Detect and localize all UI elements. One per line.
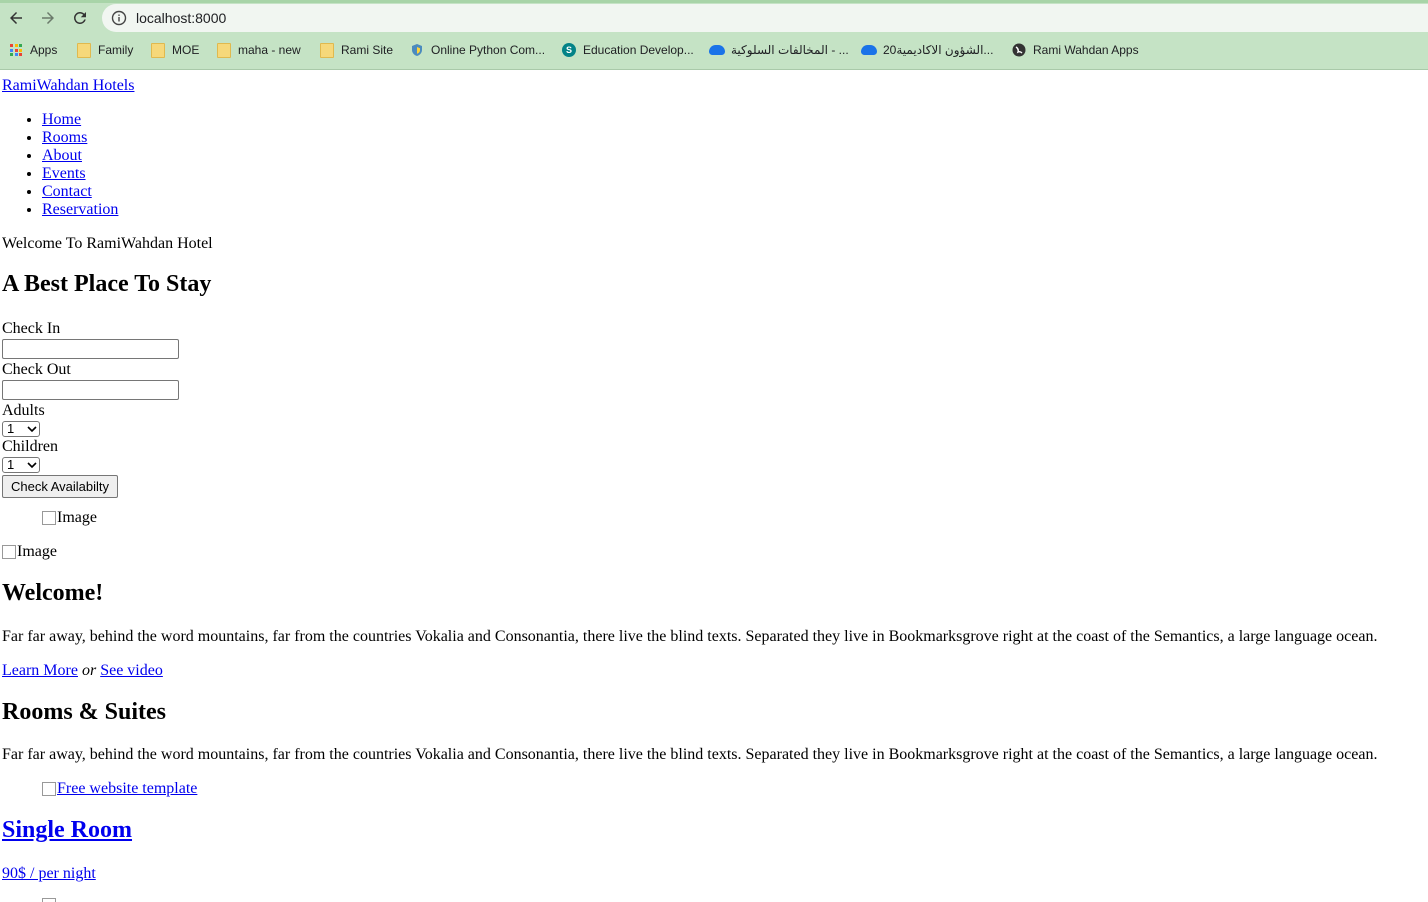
info-icon[interactable] [111, 10, 127, 26]
nav-link-events[interactable]: Events [42, 165, 86, 182]
arrow-right-icon [42, 12, 54, 24]
nav-link-about[interactable]: About [42, 147, 82, 164]
adults-label: Adults [2, 402, 45, 419]
hero-title: A Best Place To Stay [2, 271, 212, 297]
learn-more-link[interactable]: Learn More [2, 662, 78, 679]
bookmark-rami-site[interactable]: Rami Site [319, 41, 393, 59]
globe-icon [1011, 42, 1027, 58]
nav-item-home: Home [42, 111, 118, 129]
back-button[interactable] [4, 6, 28, 30]
page-content: RamiWahdan Hotels Home Rooms About Event… [0, 69, 1428, 902]
adults-select[interactable]: 1 [2, 421, 40, 437]
bookmark-apps[interactable]: Apps [8, 41, 57, 59]
folder-icon [319, 42, 335, 58]
bookmark-label: Online Python Com... [431, 43, 546, 57]
bookmark-academic-affairs[interactable]: الشؤون الاكاديمية20... [861, 41, 993, 59]
folder-icon [76, 42, 92, 58]
brand-link[interactable]: RamiWahdan Hotels [2, 77, 134, 95]
image-alt-text: Image [57, 509, 97, 526]
welcome-title: Welcome! [2, 580, 104, 606]
broken-image-icon [42, 782, 56, 796]
check-availability-button[interactable]: Check Availabilty [2, 475, 119, 498]
bookmark-label: المخالفات السلوكية - ... [731, 43, 849, 57]
forward-button[interactable] [36, 6, 60, 30]
bookmark-maha-new[interactable]: maha - new [216, 41, 301, 59]
main-nav: Home Rooms About Events Contact Reservat… [0, 111, 118, 219]
onedrive-icon [709, 42, 725, 58]
bookmark-rami-wahdan-apps[interactable]: Rami Wahdan Apps [1011, 41, 1139, 59]
check-out-label: Check Out [2, 361, 71, 378]
chevron-down-icon [27, 426, 37, 433]
bookmark-label: MOE [172, 43, 200, 57]
folder-icon [150, 42, 166, 58]
welcome-text: Far far away, behind the word mountains,… [2, 628, 1378, 645]
image-alt-text: Image [17, 543, 57, 560]
children-label: Children [2, 438, 58, 455]
room-price-link[interactable]: 90$ / per night [2, 865, 96, 883]
arrow-left-icon [10, 12, 22, 24]
room-image-link[interactable]: Free website template [42, 780, 197, 798]
bookmark-family[interactable]: Family [76, 41, 133, 59]
children-select-value: 1 [7, 457, 15, 472]
nav-link-home[interactable]: Home [42, 111, 81, 128]
bookmark-label: Family [98, 43, 134, 57]
browser-chrome: localhost:8000 Apps Family MOE maha - ne… [0, 0, 1428, 70]
availability-form: Check In Check Out Adults 1 Children 1 C… [2, 320, 179, 498]
bookmark-moe[interactable]: MOE [150, 41, 199, 59]
check-in-label: Check In [2, 320, 61, 337]
broken-image-icon [42, 511, 56, 525]
room-image-alt-text: Free website template [57, 780, 198, 797]
bookmark-education-develop[interactable]: S Education Develop... [561, 41, 694, 59]
chevron-down-icon [27, 462, 37, 469]
reload-button[interactable] [68, 6, 92, 30]
folder-icon [216, 42, 232, 58]
adults-select-value: 1 [7, 421, 15, 436]
bookmark-label: Apps [30, 43, 58, 57]
broken-image-icon [42, 898, 56, 902]
nav-link-reservation[interactable]: Reservation [42, 201, 118, 218]
welcome-actions: Learn More or See video [2, 662, 163, 680]
bookmark-label: Rami Wahdan Apps [1033, 43, 1139, 57]
welcome-line: Welcome To RamiWahdan Hotel [2, 235, 213, 252]
url-text: localhost:8000 [136, 10, 227, 26]
broken-image-icon [2, 545, 16, 559]
apps-grid-icon [8, 42, 24, 58]
rooms-text: Far far away, behind the word mountains,… [2, 746, 1378, 763]
sharepoint-icon: S [561, 42, 577, 58]
bookmark-label: Education Develop... [583, 43, 694, 57]
or-text: or [81, 662, 97, 679]
bookmark-label: Rami Site [341, 43, 394, 57]
bookmarks-bar: Apps Family MOE maha - new Rami Site Onl… [0, 38, 1428, 62]
bookmark-online-python[interactable]: Online Python Com... [409, 41, 545, 59]
nav-item-contact: Contact [42, 183, 118, 201]
nav-link-rooms[interactable]: Rooms [42, 129, 87, 146]
nav-link-contact[interactable]: Contact [42, 183, 92, 200]
nav-item-about: About [42, 147, 118, 165]
check-out-input[interactable] [2, 380, 179, 400]
nav-item-rooms: Rooms [42, 129, 118, 147]
see-video-link[interactable]: See video [100, 662, 163, 679]
bookmark-label: maha - new [238, 43, 301, 57]
address-bar[interactable]: localhost:8000 [102, 4, 1428, 32]
bookmark-label: الشؤون الاكاديمية20... [883, 43, 994, 57]
rooms-title: Rooms & Suites [2, 699, 167, 725]
welcome-image: Image [2, 543, 57, 561]
nav-item-reservation: Reservation [42, 201, 118, 219]
reload-icon [73, 11, 86, 24]
hero-image: Image [42, 509, 97, 527]
children-select[interactable]: 1 [2, 457, 40, 473]
bookmark-behavior-violations[interactable]: المخالفات السلوكية - ... [709, 41, 849, 59]
room-title-link[interactable]: Single Room [2, 817, 132, 844]
tab-strip-edge [0, 0, 1428, 3]
check-in-input[interactable] [2, 339, 179, 359]
next-room-image [42, 898, 57, 902]
nav-item-events: Events [42, 165, 118, 183]
onedrive-icon [861, 42, 877, 58]
python-shield-icon [409, 42, 425, 58]
